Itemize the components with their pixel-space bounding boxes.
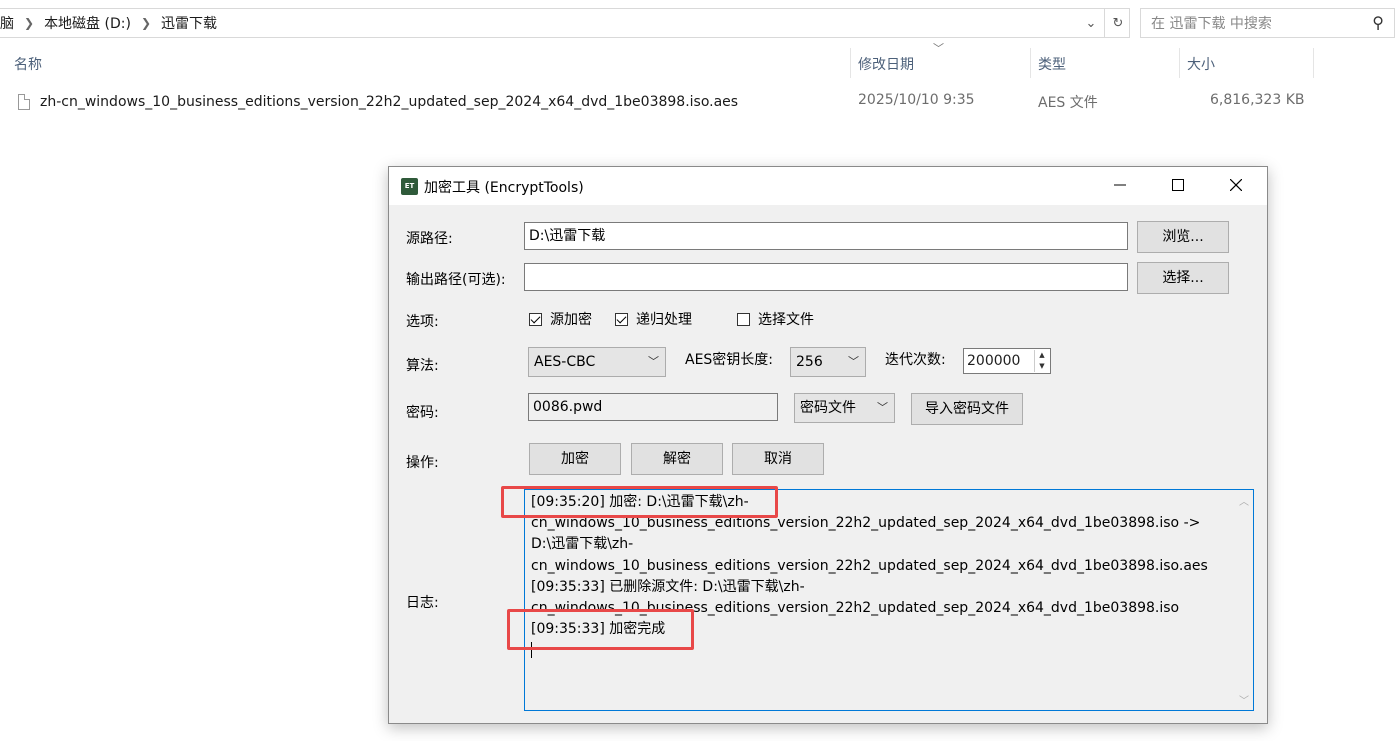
decrypt-button[interactable]: 解密 — [631, 443, 723, 475]
output-path-input[interactable] — [524, 263, 1128, 291]
window-title: 加密工具 (EncryptTools) — [424, 180, 584, 196]
algorithm-label: 算法: — [406, 358, 439, 374]
password-mode-select[interactable]: 密码文件 ﹀ — [794, 393, 895, 423]
column-divider[interactable] — [1179, 48, 1180, 78]
source-encrypt-label: 源加密 — [550, 312, 592, 328]
source-encrypt-checkbox[interactable]: 源加密 — [529, 309, 592, 329]
password-input[interactable]: 0086.pwd — [528, 393, 778, 421]
key-length-select[interactable]: 256 ﹀ — [790, 347, 866, 377]
operation-label: 操作: — [406, 455, 439, 471]
search-input[interactable]: 在 迅雷下载 中搜索 ⚲ — [1140, 8, 1395, 38]
column-header-size[interactable]: 大小 — [1187, 54, 1215, 74]
scroll-down-icon[interactable]: ﹀ — [1237, 691, 1251, 712]
sort-indicator-icon: ﹀ — [933, 42, 944, 55]
file-icon — [18, 94, 30, 110]
source-path-label: 源路径: — [406, 231, 453, 247]
log-line: D:\迅雷下载\zh- — [531, 536, 634, 553]
file-name[interactable]: zh-cn_windows_10_business_editions_versi… — [40, 94, 738, 110]
password-mode-value: 密码文件 — [800, 400, 856, 416]
checkbox-unchecked-icon[interactable] — [737, 312, 750, 326]
file-modified: 2025/10/10 9:35 — [858, 92, 975, 108]
scroll-up-icon[interactable]: ︿ — [1237, 492, 1251, 513]
select-files-checkbox[interactable]: 选择文件 — [737, 309, 814, 329]
algorithm-value: AES-CBC — [534, 354, 596, 370]
highlight-box-encrypt-complete — [507, 609, 694, 650]
column-header-name[interactable]: 名称 — [14, 54, 42, 74]
import-password-file-button[interactable]: 导入密码文件 — [911, 393, 1023, 425]
chevron-down-icon[interactable]: ﹀ — [648, 348, 659, 376]
cancel-button[interactable]: 取消 — [732, 443, 824, 475]
key-length-value: 256 — [796, 354, 823, 370]
output-path-label: 输出路径(可选): — [406, 272, 506, 288]
highlight-box-encrypt-start — [501, 486, 778, 518]
address-bar[interactable]: 脑 ❯ 本地磁盘 (D:) ❯ 迅雷下载 ⌄ ↻ — [0, 8, 1130, 38]
column-divider[interactable] — [1313, 48, 1314, 78]
recursive-label: 递归处理 — [636, 312, 692, 328]
log-line: cn_windows_10_business_editions_version_… — [531, 557, 1208, 574]
spin-arrows-icon[interactable]: ▲ ▼ — [1034, 350, 1049, 372]
select-output-button[interactable]: 选择... — [1137, 262, 1229, 294]
breadcrumb-this-pc[interactable]: 脑 — [0, 13, 14, 33]
minimize-button[interactable] — [1091, 167, 1149, 205]
algorithm-select[interactable]: AES-CBC ﹀ — [528, 347, 666, 377]
browse-button[interactable]: 浏览... — [1137, 221, 1229, 253]
recursive-checkbox[interactable]: 递归处理 — [615, 309, 692, 329]
checkbox-checked-icon[interactable] — [615, 312, 628, 326]
iterations-value: 200000 — [967, 353, 1021, 369]
log-label: 日志: — [406, 595, 439, 611]
file-row[interactable]: zh-cn_windows_10_business_editions_versi… — [18, 92, 738, 112]
close-icon — [1229, 178, 1243, 192]
password-label: 密码: — [406, 405, 439, 421]
maximize-button[interactable] — [1149, 167, 1207, 205]
log-textarea[interactable]: [09:35:20] 加密: D:\迅雷下载\zh- cn_windows_10… — [524, 489, 1254, 711]
source-path-input[interactable]: D:\迅雷下载 — [524, 222, 1128, 250]
log-line: [09:35:33] 已删除源文件: D:\迅雷下载\zh- — [531, 578, 805, 595]
search-icon[interactable]: ⚲ — [1372, 13, 1384, 32]
chevron-down-icon[interactable]: ﹀ — [848, 348, 859, 376]
divider — [1104, 9, 1105, 37]
column-header-type[interactable]: 类型 — [1038, 54, 1066, 74]
app-icon: ET — [401, 178, 418, 195]
minimize-icon — [1114, 184, 1126, 186]
select-files-label: 选择文件 — [758, 312, 814, 328]
chevron-down-icon[interactable]: ﹀ — [877, 394, 888, 422]
iterations-stepper[interactable]: 200000 ▲ ▼ — [963, 348, 1051, 374]
breadcrumb-folder[interactable]: 迅雷下载 — [161, 13, 217, 33]
search-placeholder: 在 迅雷下载 中搜索 — [1151, 16, 1272, 32]
chevron-right-icon[interactable]: ❯ — [24, 16, 34, 30]
file-size: 6,816,323 KB — [1210, 92, 1305, 108]
encrypt-button[interactable]: 加密 — [529, 443, 621, 475]
chevron-right-icon[interactable]: ❯ — [141, 16, 151, 30]
options-label: 选项: — [406, 314, 439, 330]
title-bar[interactable]: ET 加密工具 (EncryptTools) — [389, 167, 1267, 205]
close-button[interactable] — [1207, 167, 1265, 205]
log-scrollbar[interactable]: ︿ ﹀ — [1237, 492, 1251, 712]
column-divider[interactable] — [850, 48, 851, 78]
column-header-modified[interactable]: 修改日期 — [858, 54, 914, 74]
file-type: AES 文件 — [1038, 95, 1098, 111]
refresh-icon[interactable]: ↻ — [1107, 16, 1129, 31]
iterations-label: 迭代次数: — [885, 352, 946, 368]
breadcrumb-drive-d[interactable]: 本地磁盘 (D:) — [44, 13, 131, 33]
history-dropdown-icon[interactable]: ⌄ — [1080, 16, 1102, 31]
key-length-label: AES密钥长度: — [685, 352, 774, 368]
checkbox-checked-icon[interactable] — [529, 312, 542, 326]
column-divider[interactable] — [1030, 48, 1031, 78]
maximize-icon — [1172, 179, 1184, 191]
